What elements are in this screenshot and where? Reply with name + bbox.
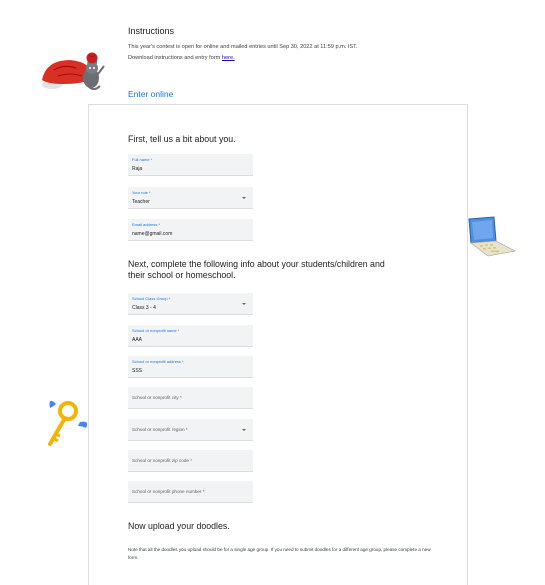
instructions-download: Download instructions and entry form her… xyxy=(128,55,235,61)
full-name-field[interactable]: Full name * Raja xyxy=(128,154,253,176)
class-group-label: School Class Group * xyxy=(132,296,171,301)
school-phone-field[interactable]: School or nonprofit phone number * xyxy=(128,481,253,503)
chevron-down-icon xyxy=(242,197,246,199)
school-zip-placeholder: School or nonprofit zip code * xyxy=(132,458,193,463)
email-value: name@gmail.com xyxy=(132,231,173,237)
role-select[interactable]: Your role * Teacher xyxy=(128,187,253,209)
school-address-label: School or nonprofit address * xyxy=(132,359,184,364)
upload-heading: Now upload your doodles. xyxy=(128,521,230,531)
full-name-value: Raja xyxy=(132,166,143,172)
cat-doodle-icon xyxy=(42,52,105,90)
chevron-down-icon xyxy=(242,429,246,431)
laptop-doodle-icon xyxy=(468,216,517,257)
school-city-placeholder: School or nonprofit city * xyxy=(132,395,182,400)
full-name-label: Full name * xyxy=(132,157,153,162)
instructions-title: Instructions xyxy=(128,26,175,36)
instructions-download-text: Download instructions and entry form xyxy=(128,55,222,61)
upload-note: Note that all the doodles you upload sho… xyxy=(128,547,431,560)
school-region-placeholder: School or nonprofit region * xyxy=(132,427,188,432)
school-address-value: SSS xyxy=(132,368,143,374)
role-label: Your role * xyxy=(132,190,151,195)
instructions-deadline: This year's contest is open for online a… xyxy=(128,44,358,50)
school-city-field[interactable]: School or nonprofit city * xyxy=(128,387,253,409)
school-phone-placeholder: School or nonprofit phone number * xyxy=(132,489,205,494)
school-region-select[interactable]: School or nonprofit region * xyxy=(128,419,253,441)
about-you-heading: First, tell us a bit about you. xyxy=(128,134,236,144)
school-name-field[interactable]: School or nonprofit name * AAA xyxy=(128,325,253,347)
email-field[interactable]: Email address * name@gmail.com xyxy=(128,219,253,241)
school-address-field[interactable]: School or nonprofit address * SSS xyxy=(128,356,253,378)
class-group-select[interactable]: School Class Group * Class 3 - 4 xyxy=(128,293,253,315)
school-name-label: School or nonprofit name * xyxy=(132,328,180,333)
winged-key-doodle-icon xyxy=(48,400,88,446)
class-group-value: Class 3 - 4 xyxy=(132,305,156,311)
instructions-download-link[interactable]: here. xyxy=(222,55,235,61)
school-name-value: AAA xyxy=(132,337,143,343)
email-label: Email address * xyxy=(132,222,161,227)
role-value: Teacher xyxy=(132,199,150,205)
school-zip-field[interactable]: School or nonprofit zip code * xyxy=(128,450,253,472)
enter-online-heading: Enter online xyxy=(128,89,174,99)
school-info-heading: Next, complete the following info about … xyxy=(128,259,385,280)
chevron-down-icon xyxy=(242,303,246,305)
